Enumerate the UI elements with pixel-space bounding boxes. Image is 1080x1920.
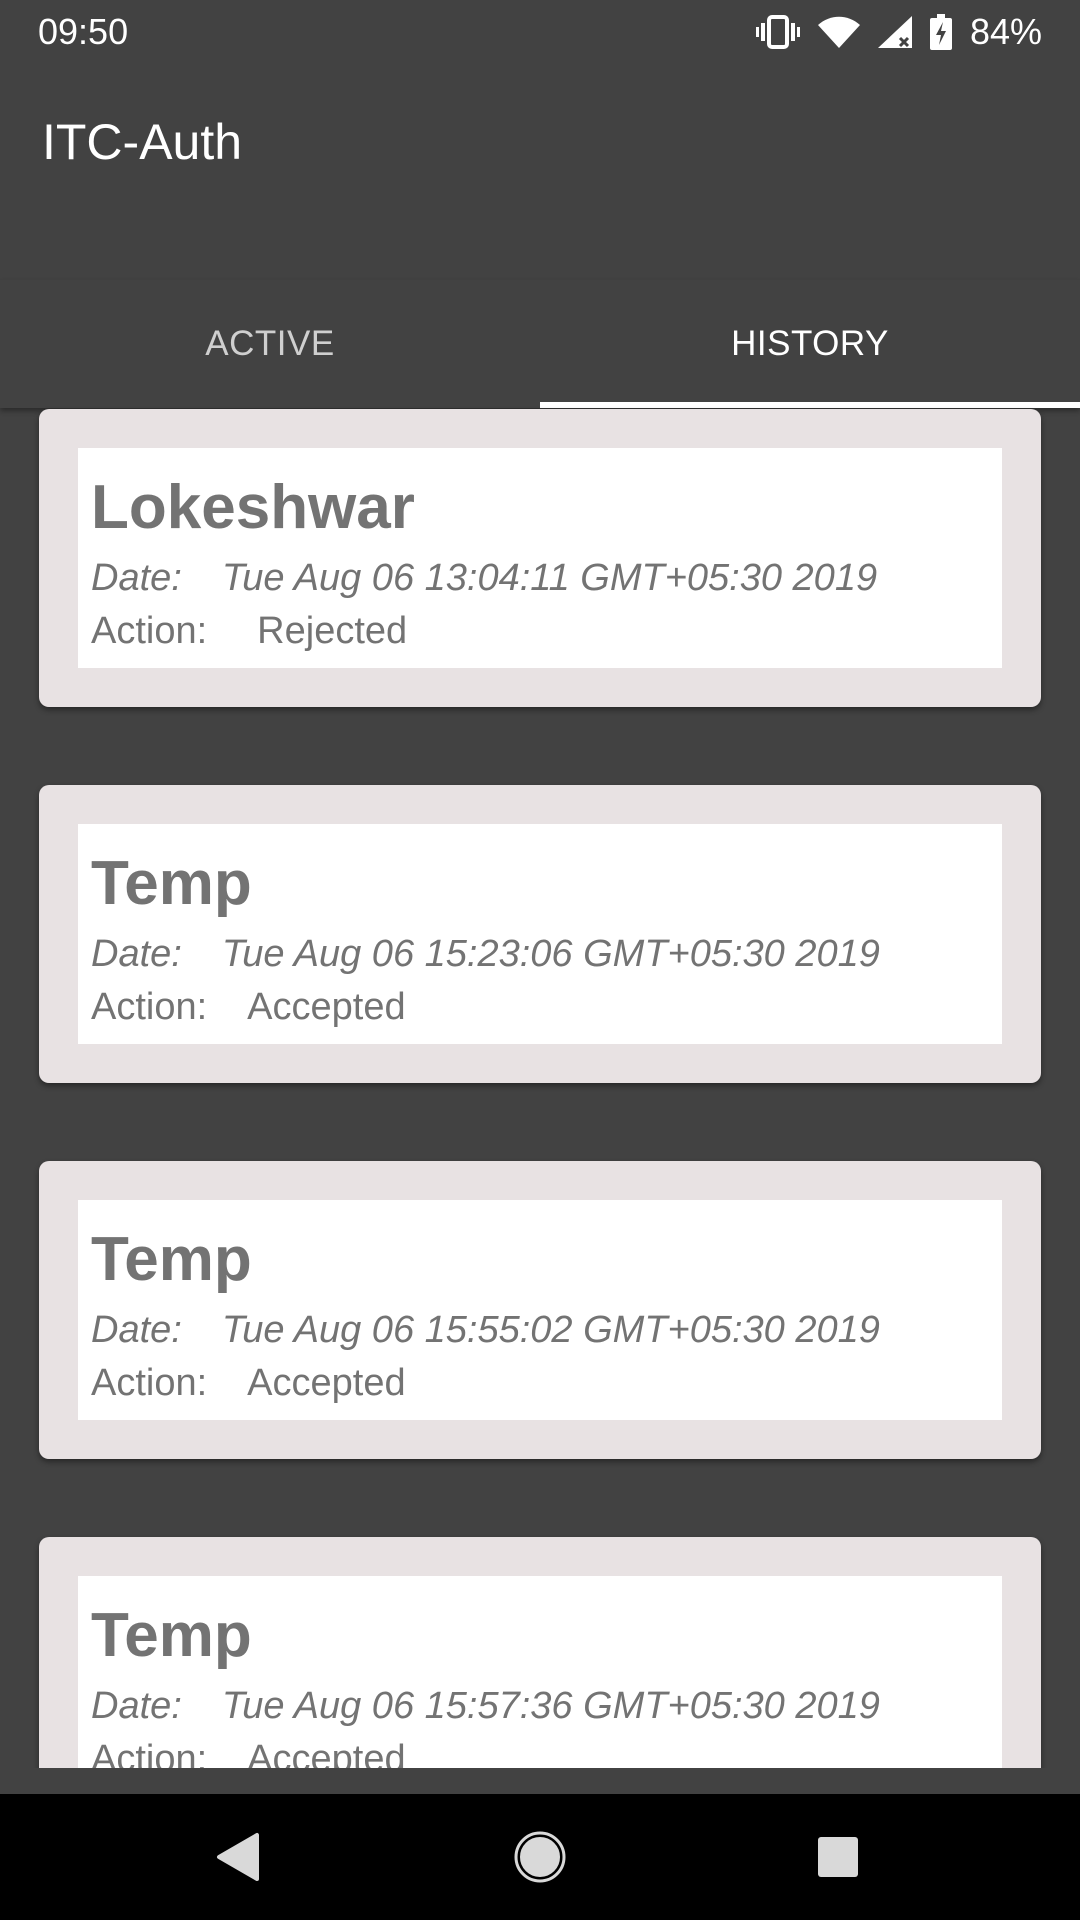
back-icon[interactable] [205, 1824, 271, 1890]
cellular-signal-icon [877, 16, 912, 48]
action-label: Action: [91, 1738, 208, 1768]
date-row: Date: Tue Aug 06 15:55:02 GMT+05:30 2019 [91, 1308, 880, 1352]
date-row: Date: Tue Aug 06 13:04:11 GMT+05:30 2019 [91, 556, 877, 600]
date-label: Date: [91, 933, 182, 975]
history-card[interactable]: Lokeshwar Date: Tue Aug 06 13:04:11 GMT+0… [39, 409, 1041, 707]
status-bar: 09:50 84% [0, 0, 1080, 64]
history-card-content: Temp Date: Tue Aug 06 15:57:36 GMT+05:30 … [78, 1576, 1002, 1768]
history-card-content: Lokeshwar Date: Tue Aug 06 13:04:11 GMT+0… [78, 448, 1002, 668]
action-value: Accepted [247, 1362, 406, 1404]
date-row: Date: Tue Aug 06 15:57:36 GMT+05:30 2019 [91, 1684, 880, 1728]
date-label: Date: [91, 557, 182, 599]
requester-name: Temp [91, 849, 252, 918]
action-row: Action: Rejected [91, 609, 407, 653]
history-card[interactable]: Temp Date: Tue Aug 06 15:55:02 GMT+05:30 … [39, 1161, 1041, 1459]
date-value: Tue Aug 06 15:23:06 GMT+05:30 2019 [221, 933, 880, 975]
battery-charging-icon [929, 14, 952, 50]
battery-percent: 84% [969, 11, 1042, 52]
action-row: Action: Accepted [91, 1361, 406, 1405]
recents-icon[interactable] [805, 1824, 871, 1890]
history-card-content: Temp Date: Tue Aug 06 15:55:02 GMT+05:30 … [78, 1200, 1002, 1420]
home-icon[interactable] [507, 1824, 573, 1890]
history-card[interactable]: Temp Date: Tue Aug 06 15:57:36 GMT+05:30 … [39, 1537, 1041, 1768]
date-row: Date: Tue Aug 06 15:23:06 GMT+05:30 2019 [91, 932, 880, 976]
action-row: Action: Accepted [91, 985, 406, 1029]
action-label: Action: [91, 1362, 208, 1404]
app-bar: ITC-Auth ACTIVE HISTORY [0, 64, 1080, 408]
history-card-content: Temp Date: Tue Aug 06 15:23:06 GMT+05:30 … [78, 824, 1002, 1044]
history-card[interactable]: Temp Date: Tue Aug 06 15:23:06 GMT+05:30 … [39, 785, 1041, 1083]
vibrate-icon [755, 15, 800, 49]
app-title: ITC-Auth [42, 114, 243, 170]
date-value: Tue Aug 06 15:55:02 GMT+05:30 2019 [221, 1309, 880, 1351]
action-row: Action: Accepted [91, 1737, 406, 1768]
navigation-bar [0, 1794, 1080, 1920]
action-value: Accepted [247, 1738, 406, 1768]
date-value: Tue Aug 06 15:57:36 GMT+05:30 2019 [221, 1685, 880, 1727]
date-label: Date: [91, 1309, 182, 1351]
requester-name: Temp [91, 1225, 252, 1294]
action-label: Action: [91, 610, 208, 652]
requester-name: Lokeshwar [91, 473, 415, 542]
action-value: Rejected [257, 610, 408, 652]
action-label: Action: [91, 986, 208, 1028]
history-list[interactable]: Lokeshwar Date: Tue Aug 06 13:04:11 GMT+0… [0, 344, 1080, 1768]
status-icons: 84% [755, 10, 1042, 54]
wifi-icon [817, 16, 860, 48]
action-value: Accepted [247, 986, 406, 1028]
status-time: 09:50 [38, 11, 129, 52]
date-label: Date: [91, 1685, 182, 1727]
date-value: Tue Aug 06 13:04:11 GMT+05:30 2019 [221, 557, 878, 599]
requester-name: Temp [91, 1601, 252, 1670]
